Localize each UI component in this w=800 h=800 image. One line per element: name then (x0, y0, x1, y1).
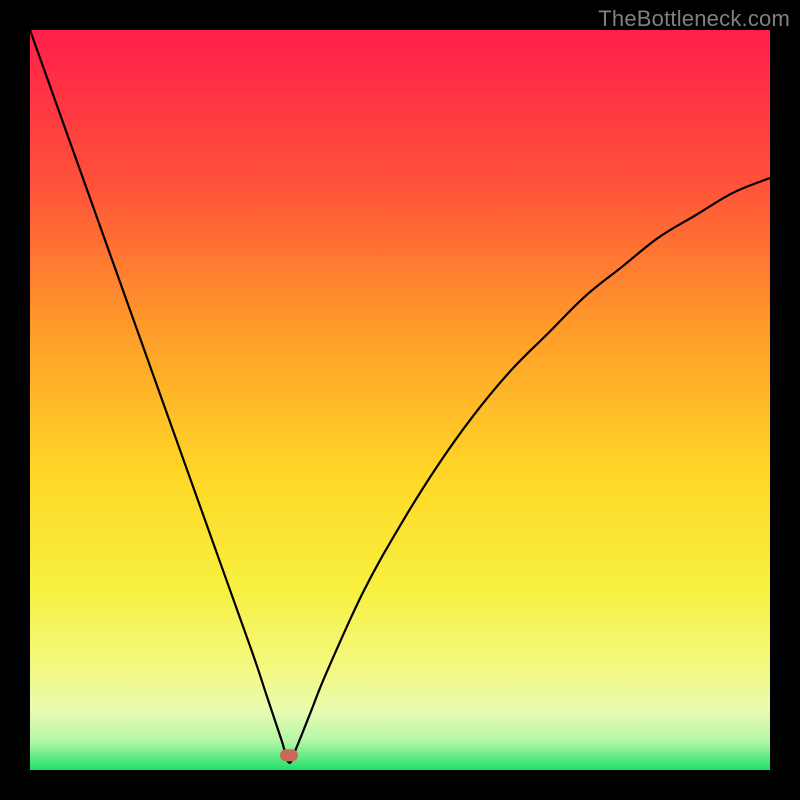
chart-frame: TheBottleneck.com (0, 0, 800, 800)
plot-area (30, 30, 770, 770)
watermark-text: TheBottleneck.com (598, 6, 790, 32)
plot-svg (30, 30, 770, 770)
optimal-marker (280, 749, 298, 761)
gradient-background (30, 30, 770, 770)
